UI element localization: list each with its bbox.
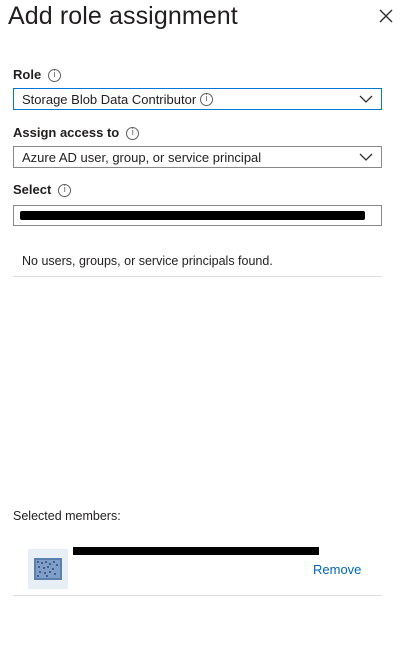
assign-access-select[interactable]: Azure AD user, group, or service princip…: [13, 146, 382, 168]
role-label: Role: [13, 67, 42, 82]
chevron-down-icon: [359, 153, 373, 161]
role-info-icon[interactable]: i: [48, 68, 62, 82]
avatar-icon: [34, 558, 62, 580]
members-divider: [13, 595, 382, 596]
chevron-down-icon: [359, 95, 373, 103]
empty-results-message: No users, groups, or service principals …: [22, 254, 273, 268]
role-label-row: Role i: [13, 67, 62, 83]
selected-members-label: Selected members:: [13, 509, 121, 523]
assign-access-label-row: Assign access to i: [13, 125, 140, 141]
results-divider: [13, 276, 382, 277]
select-label: Select: [13, 182, 52, 197]
close-icon[interactable]: [377, 7, 395, 25]
select-label-row: Select i: [13, 182, 72, 198]
redacted-search-value: [20, 211, 365, 220]
role-select-value: Storage Blob Data Contributor: [22, 91, 197, 107]
assign-access-select-value: Azure AD user, group, or service princip…: [22, 149, 262, 165]
select-info-icon[interactable]: i: [58, 183, 72, 197]
assign-access-info-icon[interactable]: i: [126, 126, 140, 140]
panel-title: Add role assignment: [8, 2, 238, 30]
redacted-member-name: [73, 547, 319, 555]
role-value-info-icon[interactable]: i: [200, 92, 214, 106]
remove-member-link[interactable]: Remove: [313, 562, 361, 577]
assign-access-label: Assign access to: [13, 125, 120, 140]
role-select[interactable]: Storage Blob Data Contributor i: [13, 88, 382, 110]
search-input[interactable]: [13, 205, 382, 226]
avatar: [28, 549, 68, 589]
